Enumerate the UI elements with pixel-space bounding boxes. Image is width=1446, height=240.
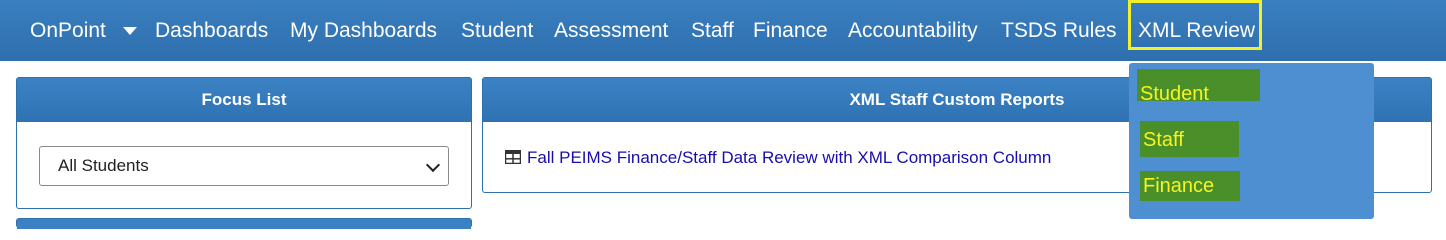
nav-staff[interactable]: Staff [691,0,734,61]
panel-header-stub [17,219,471,229]
nav-dashboards[interactable]: Dashboards [155,0,268,61]
nav-finance[interactable]: Finance [753,0,828,61]
focus-list-panel: Focus List All Students [16,77,472,209]
menu-item-finance[interactable]: Finance [1140,171,1240,201]
top-navbar: OnPoint Dashboards My Dashboards Student… [0,0,1446,61]
focus-list-selected-value: All Students [58,156,149,175]
menu-item-student[interactable]: Student [1137,69,1260,105]
nav-xml-review[interactable]: XML Review [1138,0,1255,61]
nav-my-dashboards[interactable]: My Dashboards [290,0,437,61]
focus-list-select[interactable]: All Students [39,146,449,186]
chevron-down-icon [425,157,441,173]
table-icon [505,150,521,165]
nav-accountability[interactable]: Accountability [848,0,978,61]
report-link-label: Fall PEIMS Finance/Staff Data Review wit… [527,148,1052,167]
chevron-down-icon[interactable] [123,27,137,35]
focus-list-title: Focus List [17,78,471,122]
report-link[interactable]: Fall PEIMS Finance/Staff Data Review wit… [505,148,1051,168]
nav-tsds-rules[interactable]: TSDS Rules [1001,0,1117,61]
nav-student[interactable]: Student [461,0,533,61]
xml-review-dropdown: Student Staff Finance [1129,63,1374,219]
panel-below-focus [16,218,472,229]
nav-assessment[interactable]: Assessment [554,0,668,61]
menu-item-staff[interactable]: Staff [1140,121,1239,157]
brand-menu[interactable]: OnPoint [30,0,106,61]
